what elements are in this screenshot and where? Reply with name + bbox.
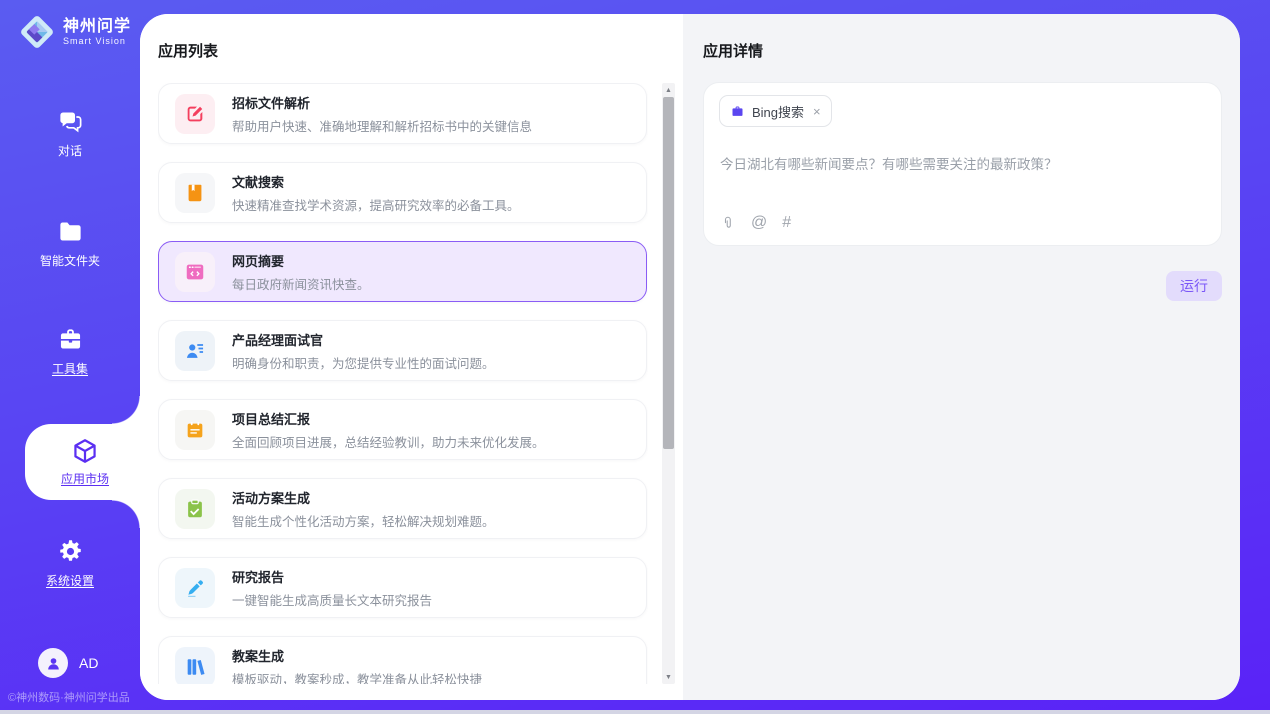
sidebar: 神州问学 Smart Vision 对话 智能文件夹 工具集 <box>0 0 140 714</box>
tool-tag-bing-search[interactable]: Bing搜索 × <box>719 95 832 127</box>
app-list-panel: 应用列表 招标文件解析 帮助用户快速、准确地理解和解析招标书中的关键信息 <box>140 14 683 700</box>
scrollbar-thumb[interactable] <box>663 97 674 449</box>
app-card-research-report[interactable]: 研究报告 一键智能生成高质量长文本研究报告 <box>158 557 647 618</box>
book-icon <box>184 182 206 204</box>
prompt-input[interactable]: 今日湖北有哪些新闻要点？有哪些需要关注的最新政策？ <box>720 153 1205 173</box>
bottom-strip <box>0 710 1270 714</box>
app-list: 招标文件解析 帮助用户快速、准确地理解和解析招标书中的关键信息 文献搜索 快速精… <box>158 83 648 684</box>
paperclip-icon[interactable] <box>720 215 736 231</box>
app-name: 招标文件解析 <box>232 93 532 112</box>
folder-icon <box>57 218 84 245</box>
app-card-web-summary[interactable]: 网页摘要 每日政府新闻资讯快查。 <box>158 241 647 302</box>
content-area: 应用列表 招标文件解析 帮助用户快速、准确地理解和解析招标书中的关键信息 <box>140 14 1240 700</box>
sidebar-item-label: 智能文件夹 <box>40 252 100 269</box>
sidebar-item-smart-folders[interactable]: 智能文件夹 <box>0 218 140 269</box>
sidebar-item-label: 工具集 <box>52 360 88 377</box>
logo-diamond-icon <box>18 13 56 51</box>
app-detail-panel: 应用详情 Bing搜索 × 今日湖北有哪些新闻要点？有哪些需要关注的最新政策？ … <box>683 14 1240 700</box>
run-button[interactable]: 运行 <box>1166 271 1222 301</box>
app-card-lesson-plan[interactable]: 教案生成 模板驱动，教案秒成，教学准备从此轻松快捷 <box>158 636 647 684</box>
briefcase-icon <box>730 104 745 119</box>
avatar <box>38 648 68 678</box>
app-card-event-plan[interactable]: 活动方案生成 智能生成个性化活动方案，轻松解决规划难题。 <box>158 478 647 539</box>
app-name: 产品经理面试官 <box>232 330 495 349</box>
app-detail-title: 应用详情 <box>703 40 763 61</box>
sidebar-item-chat[interactable]: 对话 <box>0 108 140 159</box>
sidebar-item-label: 对话 <box>58 142 82 159</box>
prompt-card[interactable]: Bing搜索 × 今日湖北有哪些新闻要点？有哪些需要关注的最新政策？ @ # <box>703 82 1222 246</box>
calendar-note-icon <box>184 419 206 441</box>
app-window: 神州问学 Smart Vision 对话 智能文件夹 工具集 <box>0 0 1270 714</box>
tool-tag-label: Bing搜索 <box>752 102 804 121</box>
pen-ink-icon <box>184 577 206 599</box>
app-card-project-summary[interactable]: 项目总结汇报 全面回顾项目进展，总结经验教训，助力未来优化发展。 <box>158 399 647 460</box>
app-list-scrollbar[interactable]: ▲ ▼ <box>662 83 675 684</box>
sidebar-item-toolset[interactable]: 工具集 <box>0 326 140 377</box>
app-desc: 帮助用户快速、准确地理解和解析招标书中的关键信息 <box>232 116 532 135</box>
sidebar-item-label: 系统设置 <box>46 572 94 589</box>
copyright-footer: ©神州数码·神州问学出品 <box>8 689 130 705</box>
app-list-title: 应用列表 <box>158 40 218 61</box>
app-name: 文献搜索 <box>232 172 520 191</box>
brand-logo: 神州问学 Smart Vision <box>18 13 131 51</box>
toolbox-icon <box>57 326 84 353</box>
app-name: 项目总结汇报 <box>232 409 545 428</box>
books-icon <box>184 656 206 678</box>
hash-tag-icon[interactable]: # <box>782 215 791 231</box>
sidebar-item-label: 应用市场 <box>61 470 109 487</box>
app-desc: 全面回顾项目进展，总结经验教训，助力未来优化发展。 <box>232 432 545 451</box>
user-account[interactable]: AD <box>38 648 98 678</box>
app-name: 活动方案生成 <box>232 488 495 507</box>
cube-icon <box>71 437 99 465</box>
app-name: 教案生成 <box>232 646 482 665</box>
scroll-up-icon[interactable]: ▲ <box>662 83 675 97</box>
app-desc: 智能生成个性化活动方案，轻松解决规划难题。 <box>232 511 495 530</box>
brand-subtitle: Smart Vision <box>63 36 131 46</box>
app-card-bid-parsing[interactable]: 招标文件解析 帮助用户快速、准确地理解和解析招标书中的关键信息 <box>158 83 647 144</box>
interviewer-icon <box>184 340 206 362</box>
app-desc: 一键智能生成高质量长文本研究报告 <box>232 590 432 609</box>
close-icon[interactable]: × <box>813 105 821 118</box>
app-name: 研究报告 <box>232 567 432 586</box>
browser-code-icon <box>184 261 206 283</box>
person-icon <box>45 655 62 672</box>
edit-square-icon <box>184 103 206 125</box>
app-desc: 明确身份和职责，为您提供专业性的面试问题。 <box>232 353 495 372</box>
sidebar-item-app-market[interactable]: 应用市场 <box>25 424 140 500</box>
app-desc: 每日政府新闻资讯快查。 <box>232 274 370 293</box>
gear-icon <box>57 538 84 565</box>
app-desc: 模板驱动，教案秒成，教学准备从此轻松快捷 <box>232 669 482 685</box>
sidebar-item-settings[interactable]: 系统设置 <box>0 538 140 589</box>
clipboard-check-icon <box>184 498 206 520</box>
app-card-pm-interviewer[interactable]: 产品经理面试官 明确身份和职责，为您提供专业性的面试问题。 <box>158 320 647 381</box>
app-card-literature-search[interactable]: 文献搜索 快速精准查找学术资源，提高研究效率的必备工具。 <box>158 162 647 223</box>
brand-title: 神州问学 <box>63 18 131 36</box>
scroll-down-icon[interactable]: ▼ <box>662 670 675 684</box>
app-name: 网页摘要 <box>232 251 370 270</box>
app-desc: 快速精准查找学术资源，提高研究效率的必备工具。 <box>232 195 520 214</box>
user-name: AD <box>79 655 98 671</box>
at-mention-icon[interactable]: @ <box>751 215 767 231</box>
chat-icon <box>57 108 84 135</box>
